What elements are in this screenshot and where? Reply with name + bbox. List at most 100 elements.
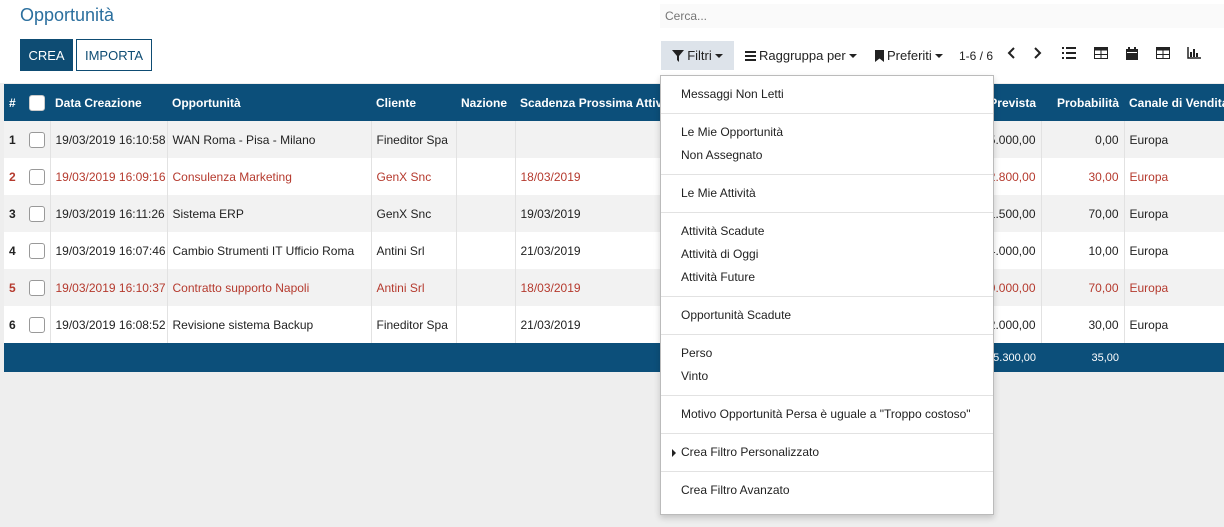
filter-group: Le Mie Attività	[661, 175, 993, 213]
list-view-icon[interactable]	[1061, 45, 1077, 61]
cell-customer: GenX Snc	[371, 195, 457, 232]
filter-menu-item[interactable]: Crea Filtro Avanzato	[661, 479, 993, 502]
pager-value[interactable]: 1-6 / 6	[959, 41, 993, 70]
row-checkbox[interactable]	[29, 131, 45, 148]
caret-right-icon	[672, 449, 676, 457]
cell-next-activity-deadline	[515, 121, 665, 158]
filter-menu-item[interactable]: Perso	[661, 342, 993, 365]
filters-button[interactable]: Filtri	[661, 41, 734, 70]
header-probability[interactable]: Probabilità	[1041, 84, 1124, 121]
header-sales-channel[interactable]: Canale di Vendita	[1124, 84, 1224, 121]
row-select[interactable]	[24, 158, 51, 195]
cell-probability: 10,00	[1041, 232, 1125, 269]
cell-probability: 70,00	[1041, 269, 1125, 306]
calendar-view-icon[interactable]	[1124, 45, 1140, 61]
filter-menu-item[interactable]: Crea Filtro Personalizzato	[661, 441, 993, 464]
table-row[interactable]: 5 19/03/2019 16:10:37 Contratto supporto N…	[4, 269, 1224, 306]
filter-menu-item[interactable]: Le Mie Opportunità	[661, 121, 993, 144]
cell-country	[456, 269, 516, 306]
row-select[interactable]	[24, 195, 51, 232]
row-checkbox[interactable]	[29, 279, 45, 296]
page-title: Opportunità	[20, 5, 115, 25]
table-row[interactable]: 2 19/03/2019 16:09:16 Consulenza Marketing…	[4, 158, 1224, 195]
header-opportunity[interactable]: Opportunità	[167, 84, 371, 121]
table-row[interactable]: 4 19/03/2019 16:07:46 Cambio Strumenti IT …	[4, 232, 1224, 269]
row-select[interactable]	[24, 232, 51, 269]
cell-date-created: 19/03/2019 16:08:52	[50, 306, 168, 343]
filter-menu-item-label: Perso	[681, 346, 713, 360]
favorites-button[interactable]: Preferiti	[875, 41, 943, 70]
filter-menu-item[interactable]: Motivo Opportunità Persa è uguale a "Tro…	[661, 403, 993, 426]
filter-group: Attività Scadute Attività di Oggi Attività…	[661, 213, 993, 297]
row-select[interactable]	[24, 121, 51, 158]
header-date-created[interactable]: Data Creazione	[50, 84, 167, 121]
filter-menu-item[interactable]: Messaggi Non Letti	[661, 83, 993, 106]
header-select-all[interactable]	[24, 84, 50, 121]
chevron-left-icon[interactable]	[1003, 45, 1019, 61]
filter-menu-item[interactable]: Attività Future	[661, 266, 993, 289]
cell-opportunity: Contratto supporto Napoli	[167, 269, 372, 306]
header-next-activity-deadline[interactable]: Scadenza Prossima Attività	[515, 84, 664, 121]
graph-view-icon[interactable]	[1186, 45, 1202, 61]
filter-menu-item-label: Crea Filtro Avanzato	[681, 483, 790, 497]
table-body: 1 19/03/2019 16:10:58 WAN Roma - Pisa - Mi…	[4, 121, 1224, 343]
cell-next-activity-deadline: 18/03/2019	[515, 158, 665, 195]
row-select[interactable]	[24, 306, 51, 343]
cell-sales-channel: Europa	[1124, 195, 1224, 232]
caret-down-icon	[848, 53, 857, 58]
header-customer[interactable]: Cliente	[371, 84, 456, 121]
cell-customer: Fineditor Spa	[371, 121, 457, 158]
cell-opportunity: Sistema ERP	[167, 195, 372, 232]
row-checkbox[interactable]	[29, 205, 45, 222]
cell-next-activity-deadline: 19/03/2019	[515, 195, 665, 232]
row-index: 4	[9, 243, 16, 258]
select-all-checkbox[interactable]	[29, 94, 45, 111]
filter-menu-item[interactable]: Attività di Oggi	[661, 243, 993, 266]
filter-menu-item[interactable]: Vinto	[661, 365, 993, 388]
cell-probability: 70,00	[1041, 195, 1125, 232]
chevron-right-icon[interactable]	[1030, 45, 1046, 61]
opportunities-table: # Data Creazione Opportunità Cliente Naz…	[4, 84, 1224, 372]
cell-date-created: 19/03/2019 16:07:46	[50, 232, 168, 269]
filter-menu-item-label: Vinto	[681, 369, 709, 383]
table-row[interactable]: 1 19/03/2019 16:10:58 WAN Roma - Pisa - Mi…	[4, 121, 1224, 158]
table-row[interactable]: 6 19/03/2019 16:08:52 Revisione sistema Ba…	[4, 306, 1224, 343]
cell-sales-channel: Europa	[1124, 121, 1224, 158]
filter-group: Messaggi Non Letti	[661, 76, 993, 114]
filter-menu-item-label: Opportunità Scadute	[681, 308, 792, 322]
filter-group: Opportunità Scadute	[661, 297, 993, 335]
cell-opportunity: Consulenza Marketing	[167, 158, 372, 195]
import-button[interactable]: IMPORTA	[76, 39, 152, 71]
row-index: 1	[9, 132, 16, 147]
cell-date-created: 19/03/2019 16:09:16	[50, 158, 168, 195]
row-checkbox[interactable]	[29, 168, 45, 185]
filter-menu-item-label: Attività Future	[681, 270, 756, 284]
row-checkbox[interactable]	[29, 316, 45, 333]
filter-menu-item-label: Motivo Opportunità Persa è uguale a "Tro…	[681, 407, 971, 421]
filter-menu-item[interactable]: Le Mie Attività	[661, 182, 993, 205]
cell-opportunity: Revisione sistema Backup	[167, 306, 372, 343]
cell-next-activity-deadline: 18/03/2019	[515, 269, 665, 306]
cell-sales-channel: Europa	[1124, 269, 1224, 306]
cell-date-created: 19/03/2019 16:10:58	[50, 121, 168, 158]
filter-menu-item[interactable]: Opportunità Scadute	[661, 304, 993, 327]
cell-sales-channel: Europa	[1124, 158, 1224, 195]
cell-date-created: 19/03/2019 16:10:37	[50, 269, 168, 306]
group-by-button[interactable]: Raggruppa per	[745, 41, 857, 70]
filter-menu-item-label: Le Mie Attività	[681, 186, 756, 200]
kanban-view-icon[interactable]	[1093, 45, 1109, 61]
cell-country	[456, 121, 516, 158]
filter-menu-item[interactable]: Non Assegnato	[661, 144, 993, 167]
row-checkbox[interactable]	[29, 242, 45, 259]
pivot-view-icon[interactable]	[1155, 45, 1171, 61]
cell-opportunity: WAN Roma - Pisa - Milano	[167, 121, 372, 158]
filter-menu-item-label: Attività di Oggi	[681, 247, 759, 261]
row-select[interactable]	[24, 269, 51, 306]
header-country[interactable]: Nazione	[456, 84, 515, 121]
filter-menu-item[interactable]: Attività Scadute	[661, 220, 993, 243]
search-input[interactable]	[660, 4, 1224, 28]
create-button[interactable]: CREA	[20, 39, 73, 71]
total-probability: 35,00	[1091, 351, 1119, 364]
table-row[interactable]: 3 19/03/2019 16:11:26 Sistema ERP GenX Snc 1…	[4, 195, 1224, 232]
filter-group: Perso Vinto	[661, 335, 993, 396]
